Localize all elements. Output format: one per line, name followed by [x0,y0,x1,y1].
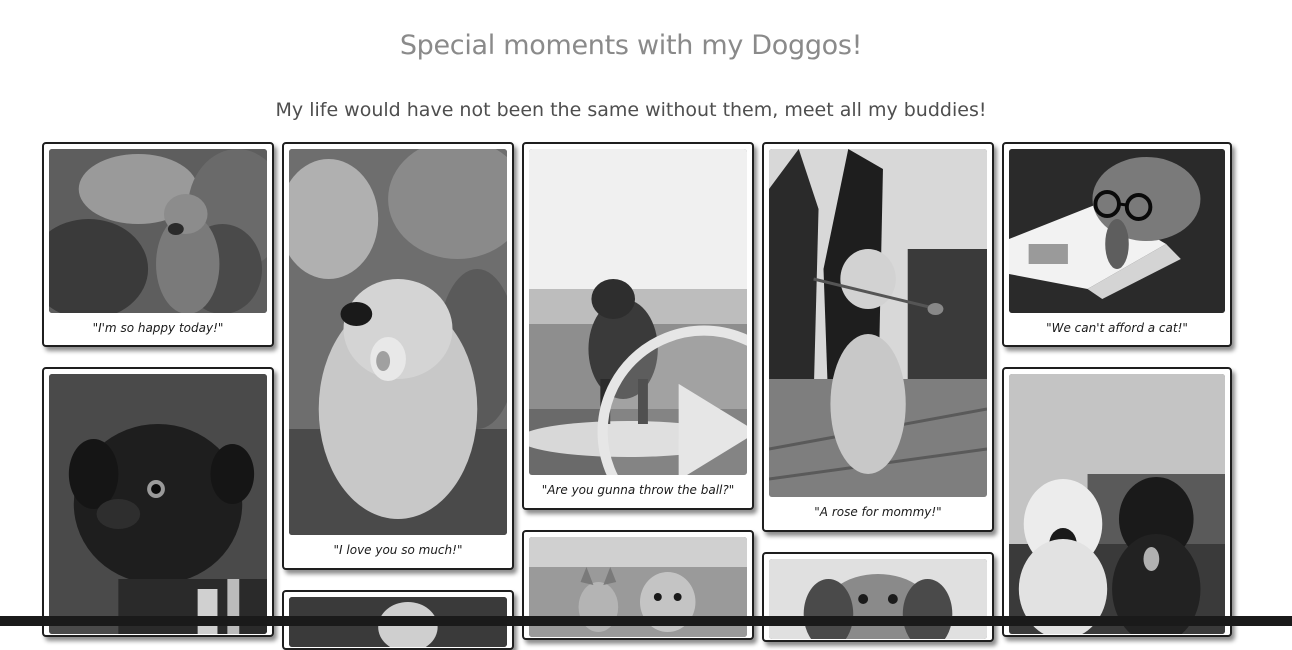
photo-caption: "Are you gunna throw the ball?" [541,483,735,497]
dog-meadow-photo [49,149,267,313]
golden-retriever-flower-photo [289,149,507,535]
photo-card-cat[interactable]: "We can't afford a cat!" [1002,142,1232,347]
photo-card-happy[interactable]: "I'm so happy today!" [42,142,274,347]
pug-photo [49,374,267,634]
photo-caption: "A rose for mommy!" [814,505,942,519]
photo-card-two-dogs[interactable] [1002,367,1232,637]
two-dogs-photo [1009,374,1225,634]
photo-caption: "I'm so happy today!" [92,321,224,335]
photo-card-rose[interactable]: "A rose for mommy!" [762,142,994,532]
photo-card-spaniel[interactable] [762,552,994,642]
dog-reading-photo [1009,149,1225,313]
bottom-bar [0,616,1292,626]
photo-gallery: "I'm so happy today!" "I love you so muc… [0,0,1292,650]
photo-card-love[interactable]: "I love you so much!" [282,142,514,570]
dog-beach-video[interactable] [529,149,747,475]
photo-card-pug[interactable] [42,367,274,637]
puppy-rose-photo [769,149,987,497]
play-icon[interactable] [595,269,747,475]
photo-caption: "I love you so much!" [333,543,463,557]
photo-card-ball[interactable]: "Are you gunna throw the ball?" [522,142,754,510]
spaniel-photo [769,559,987,639]
photo-caption: "We can't afford a cat!" [1046,321,1188,335]
